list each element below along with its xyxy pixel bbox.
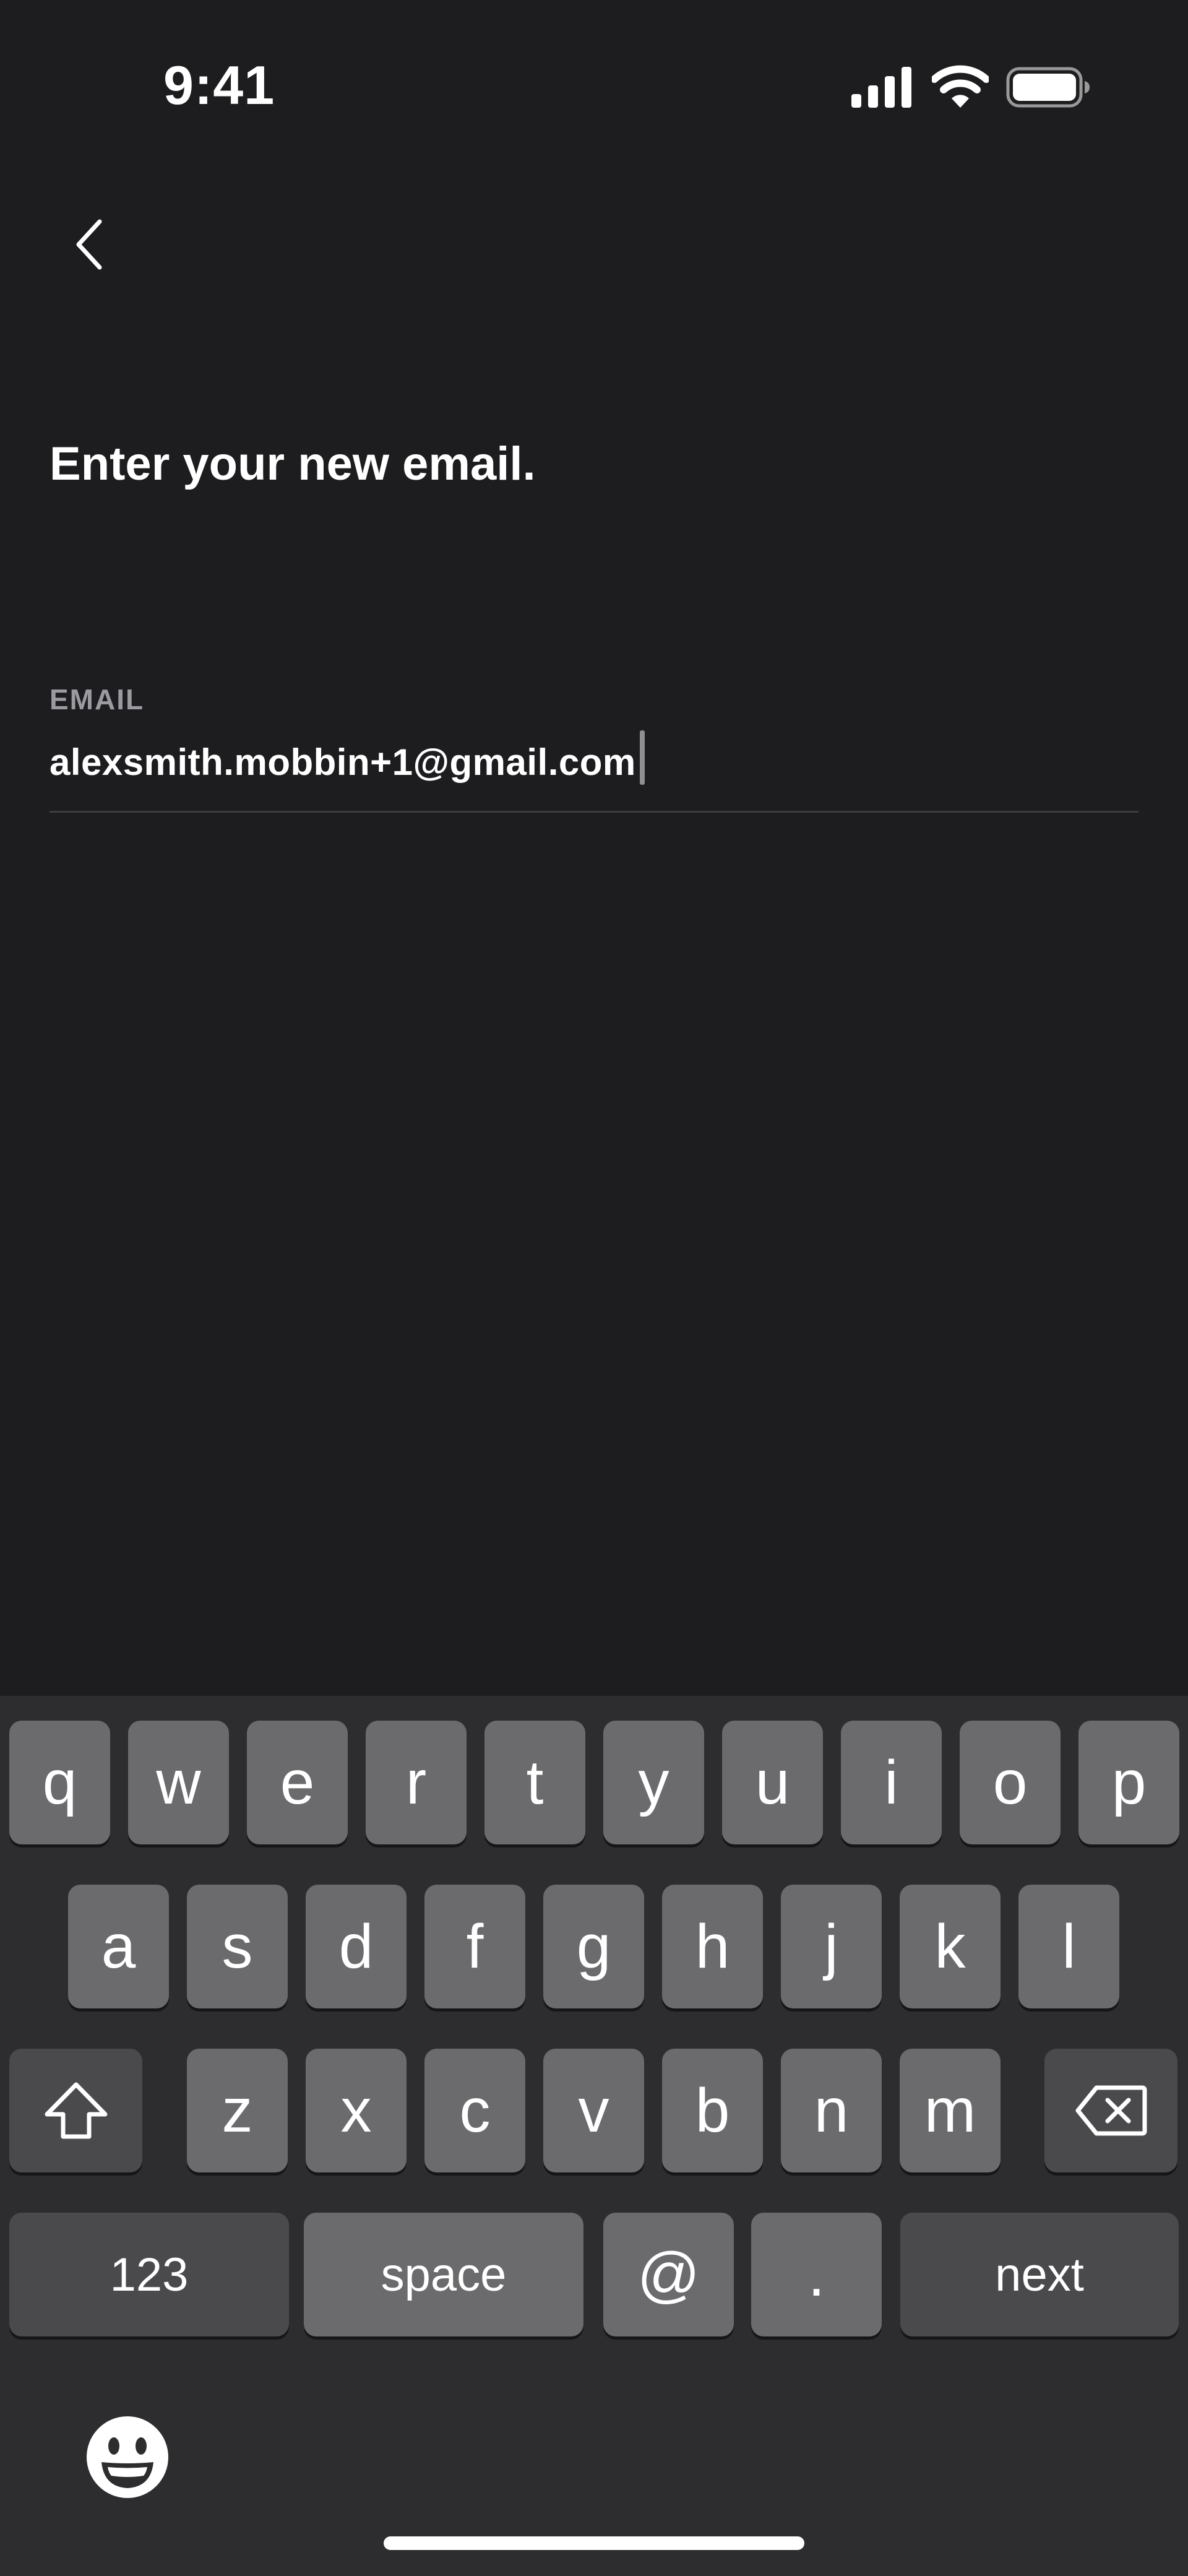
key-z[interactable]: z <box>187 2049 288 2172</box>
emoji-icon <box>87 2416 168 2498</box>
key-m[interactable]: m <box>900 2049 1001 2172</box>
key-i[interactable]: i <box>841 1721 942 1844</box>
space-key[interactable]: space <box>304 2213 583 2336</box>
key-f[interactable]: f <box>424 1885 525 2008</box>
key-c[interactable]: c <box>424 2049 525 2172</box>
key-w[interactable]: w <box>128 1721 229 1844</box>
status-bar: 9:41 <box>0 0 1188 179</box>
status-time: 9:41 <box>163 54 275 116</box>
key-h[interactable]: h <box>662 1885 763 2008</box>
shift-key[interactable] <box>9 2049 142 2172</box>
key-a[interactable]: a <box>68 1885 169 2008</box>
dot-key[interactable]: . <box>751 2213 882 2336</box>
key-p[interactable]: p <box>1078 1721 1179 1844</box>
at-key[interactable]: @ <box>603 2213 734 2336</box>
chevron-left-icon <box>76 219 102 270</box>
back-button[interactable] <box>56 204 124 285</box>
key-j[interactable]: j <box>781 1885 882 2008</box>
key-e[interactable]: e <box>247 1721 348 1844</box>
text-caret <box>639 730 645 785</box>
key-x[interactable]: x <box>306 2049 407 2172</box>
key-v[interactable]: v <box>543 2049 644 2172</box>
numbers-key[interactable]: 123 <box>9 2213 289 2336</box>
emoji-button[interactable] <box>84 2414 171 2500</box>
key-n[interactable]: n <box>781 2049 882 2172</box>
key-s[interactable]: s <box>187 1885 288 2008</box>
key-d[interactable]: d <box>306 1885 407 2008</box>
delete-icon <box>1075 2085 1147 2136</box>
shift-icon <box>45 2082 107 2139</box>
delete-key[interactable] <box>1044 2049 1177 2172</box>
key-u[interactable]: u <box>722 1721 823 1844</box>
email-label: EMAIL <box>50 683 145 715</box>
key-l[interactable]: l <box>1018 1885 1119 2008</box>
keyboard: q w e r t y u i o p a s d f g h j k l z … <box>0 1696 1188 2576</box>
battery-icon <box>1006 67 1090 108</box>
home-indicator <box>384 2536 804 2550</box>
key-b[interactable]: b <box>662 2049 763 2172</box>
wifi-icon <box>932 65 989 108</box>
key-g[interactable]: g <box>543 1885 644 2008</box>
key-r[interactable]: r <box>366 1721 467 1844</box>
page-title: Enter your new email. <box>50 438 536 490</box>
email-field[interactable]: alexsmith.mobbin+1@gmail.com <box>50 730 1138 813</box>
key-o[interactable]: o <box>960 1721 1061 1844</box>
signal-icon <box>851 67 911 108</box>
key-k[interactable]: k <box>900 1885 1001 2008</box>
key-t[interactable]: t <box>484 1721 585 1844</box>
email-input[interactable]: alexsmith.mobbin+1@gmail.com <box>50 732 636 793</box>
next-key[interactable]: next <box>900 2213 1179 2336</box>
key-y[interactable]: y <box>603 1721 704 1844</box>
key-q[interactable]: q <box>9 1721 110 1844</box>
